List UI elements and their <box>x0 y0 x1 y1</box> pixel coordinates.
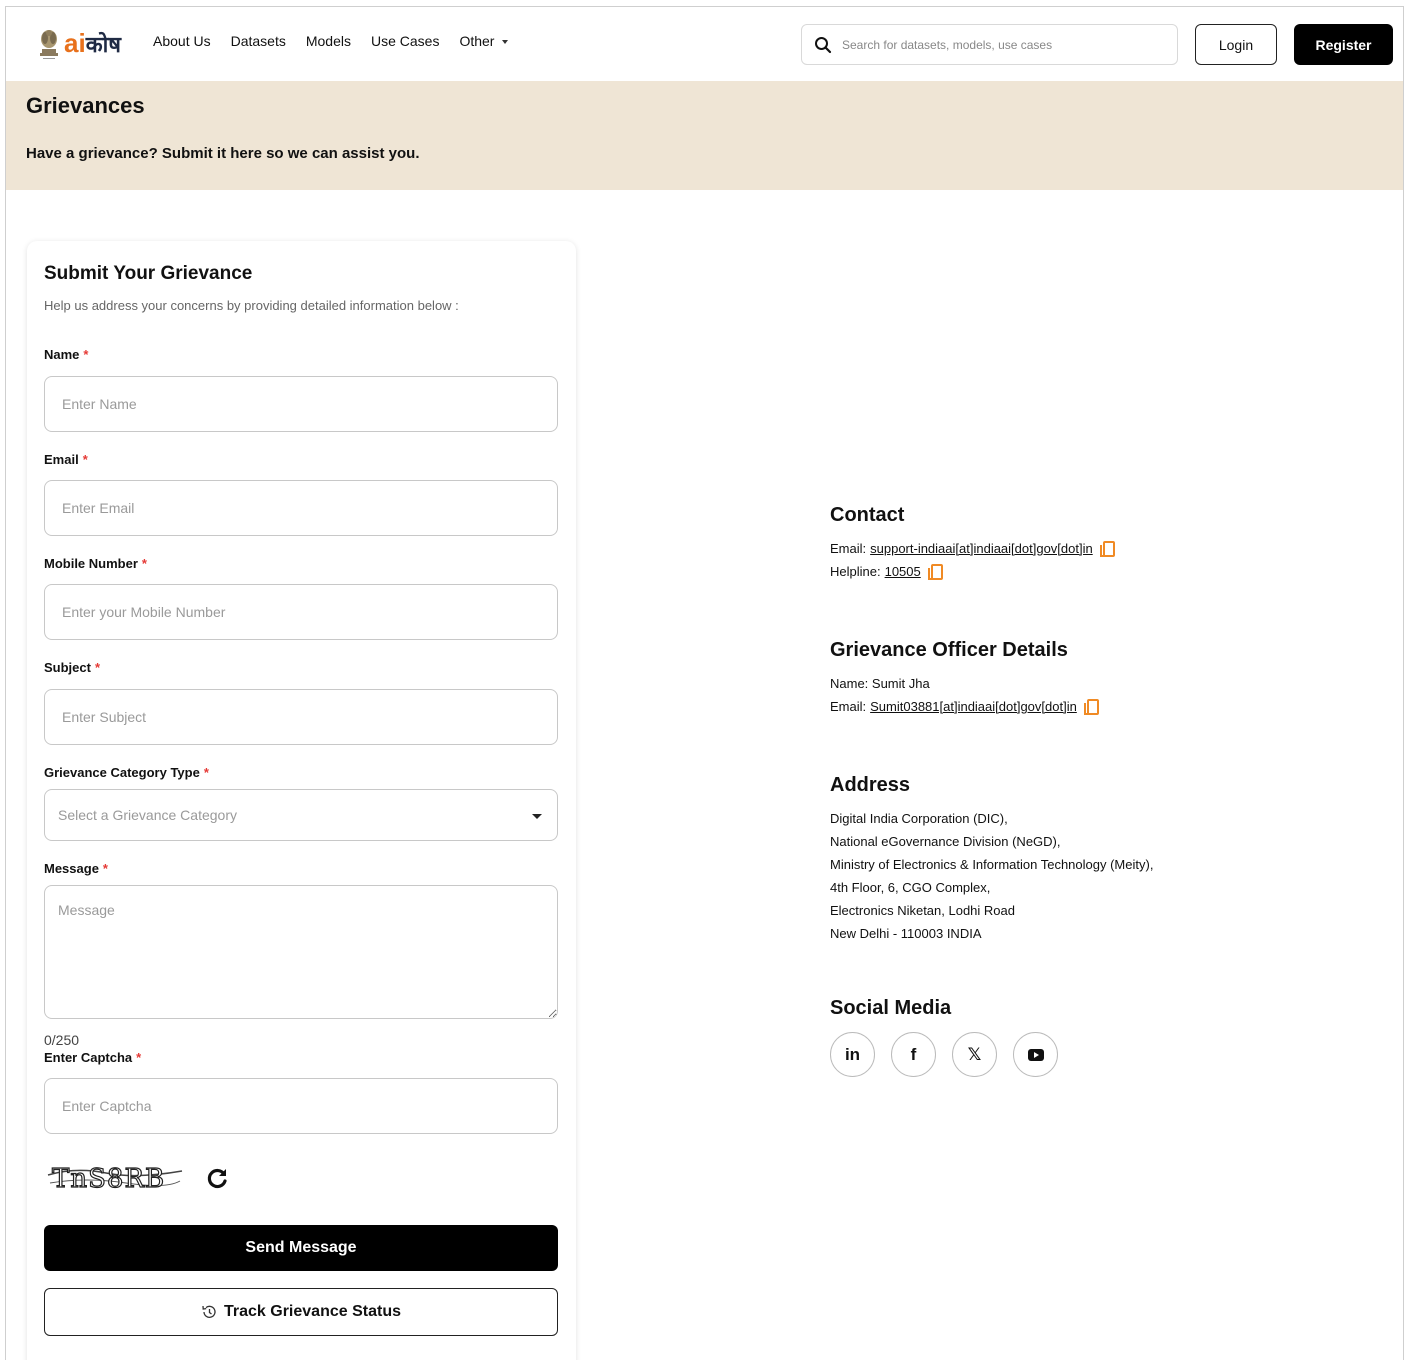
linkedin-icon[interactable]: in <box>830 1032 875 1077</box>
address-line: National eGovernance Division (NeGD), <box>830 834 1061 849</box>
mobile-label: Mobile Number * <box>44 556 147 571</box>
required-mark: * <box>141 556 147 571</box>
site-logo[interactable]: ai कोष <box>38 23 121 63</box>
nav-other-label: Other <box>459 33 495 49</box>
address-section: Address Digital India Corporation (DIC),… <box>830 774 1153 945</box>
officer-email-line: Email: Sumit03881[at]indiaai[dot]gov[dot… <box>830 695 1099 718</box>
captcha-field[interactable] <box>44 1078 558 1134</box>
subject-label: Subject * <box>44 660 101 675</box>
page-title: Grievances <box>26 93 145 118</box>
track-grievance-label: Track Grievance Status <box>224 1303 401 1320</box>
address-line: Digital India Corporation (DIC), <box>830 811 1008 826</box>
subject-field[interactable] <box>44 689 558 745</box>
message-char-counter: 0/250 <box>44 1032 80 1048</box>
officer-name: Name: Sumit Jha <box>830 676 930 691</box>
caret-down-icon <box>502 40 509 44</box>
nav-links: About Us Datasets Models Use Cases Other <box>153 33 528 49</box>
navbar: ai कोष About Us Datasets Models Use Cases… <box>6 7 1403 81</box>
social-links: in f 𝕏 <box>830 1032 1058 1077</box>
nav-other-dropdown[interactable]: Other <box>459 33 509 49</box>
page-frame: ai कोष About Us Datasets Models Use Cases… <box>5 6 1404 1360</box>
category-label: Grievance Category Type * <box>44 765 209 780</box>
youtube-glyph <box>1027 1048 1044 1061</box>
required-mark: * <box>94 660 101 675</box>
page-subtitle: Have a grievance? Submit it here so we c… <box>26 145 420 162</box>
address-line: Electronics Niketan, Lodhi Road <box>830 903 1015 918</box>
nav-use-cases[interactable]: Use Cases <box>371 33 439 49</box>
contact-email-link[interactable]: support-indiaai[at]indiaai[dot]gov[dot]i… <box>870 537 1093 560</box>
captcha-image: TnS8RB <box>47 1163 183 1195</box>
required-mark: * <box>82 452 88 467</box>
nav-about-us[interactable]: About Us <box>153 33 211 49</box>
grievance-form-card: Submit Your Grievance Help us address yo… <box>27 241 576 1360</box>
contact-helpline-line: Helpline: 10505 <box>830 560 1115 583</box>
copy-icon[interactable] <box>1083 698 1099 715</box>
name-field[interactable] <box>44 376 558 432</box>
refresh-captcha-icon[interactable] <box>205 1166 229 1190</box>
search-icon <box>815 36 832 53</box>
nav-models[interactable]: Models <box>306 33 351 49</box>
address-line: Ministry of Electronics & Information Te… <box>830 857 1154 872</box>
captcha-text: TnS8RB <box>52 1164 165 1194</box>
contact-email-line: Email: support-indiaai[at]indiaai[dot]go… <box>830 537 1115 560</box>
contact-heading: Contact <box>830 504 905 526</box>
email-field[interactable] <box>44 480 558 536</box>
category-select-value: Select a Grievance Category <box>58 807 237 823</box>
name-label: Name * <box>44 347 89 362</box>
social-heading: Social Media <box>830 997 952 1019</box>
form-subtitle: Help us address your concerns by providi… <box>44 298 459 313</box>
register-button[interactable]: Register <box>1294 24 1393 65</box>
login-button[interactable]: Login <box>1195 24 1277 65</box>
required-mark: * <box>102 861 108 876</box>
history-icon <box>202 1305 216 1318</box>
facebook-icon[interactable]: f <box>891 1032 936 1077</box>
required-mark: * <box>203 765 209 780</box>
address-line: 4th Floor, 6, CGO Complex, <box>830 880 991 895</box>
category-select[interactable]: Select a Grievance Category <box>44 789 558 841</box>
search-box[interactable] <box>801 24 1178 65</box>
captcha-label: Enter Captcha * <box>44 1050 142 1065</box>
send-message-button[interactable]: Send Message <box>44 1225 558 1271</box>
message-label: Message * <box>44 861 108 876</box>
national-emblem-icon <box>40 30 58 59</box>
logo-ai-text: ai <box>64 27 86 58</box>
helpline-link[interactable]: 10505 <box>885 560 921 583</box>
logo-kosh-text: कोष <box>85 32 121 58</box>
address-line: New Delhi - 110003 INDIA <box>830 926 982 941</box>
social-section: Social Media in f 𝕏 <box>830 997 1058 1077</box>
nav-datasets[interactable]: Datasets <box>231 33 286 49</box>
track-grievance-button[interactable]: Track Grievance Status <box>44 1288 558 1336</box>
required-mark: * <box>83 347 89 362</box>
email-label: Email * <box>44 452 88 467</box>
address-heading: Address <box>830 774 911 796</box>
contact-section: Contact Email: support-indiaai[at]indiaa… <box>830 504 1115 583</box>
officer-email-link[interactable]: Sumit03881[at]indiaai[dot]gov[dot]in <box>870 695 1077 718</box>
required-mark: * <box>136 1050 142 1065</box>
x-icon[interactable]: 𝕏 <box>952 1032 997 1077</box>
officer-section: Grievance Officer Details Name: Sumit Jh… <box>830 639 1099 718</box>
page-banner: Grievances Have a grievance? Submit it h… <box>6 81 1403 190</box>
chevron-down-icon <box>532 814 542 819</box>
search-input[interactable] <box>842 37 1142 52</box>
message-field[interactable] <box>44 885 558 1019</box>
mobile-field[interactable] <box>44 584 558 640</box>
copy-icon[interactable] <box>927 563 943 580</box>
form-title: Submit Your Grievance <box>44 263 253 284</box>
officer-heading: Grievance Officer Details <box>830 639 1068 661</box>
youtube-icon[interactable] <box>1013 1032 1058 1077</box>
copy-icon[interactable] <box>1099 540 1115 557</box>
